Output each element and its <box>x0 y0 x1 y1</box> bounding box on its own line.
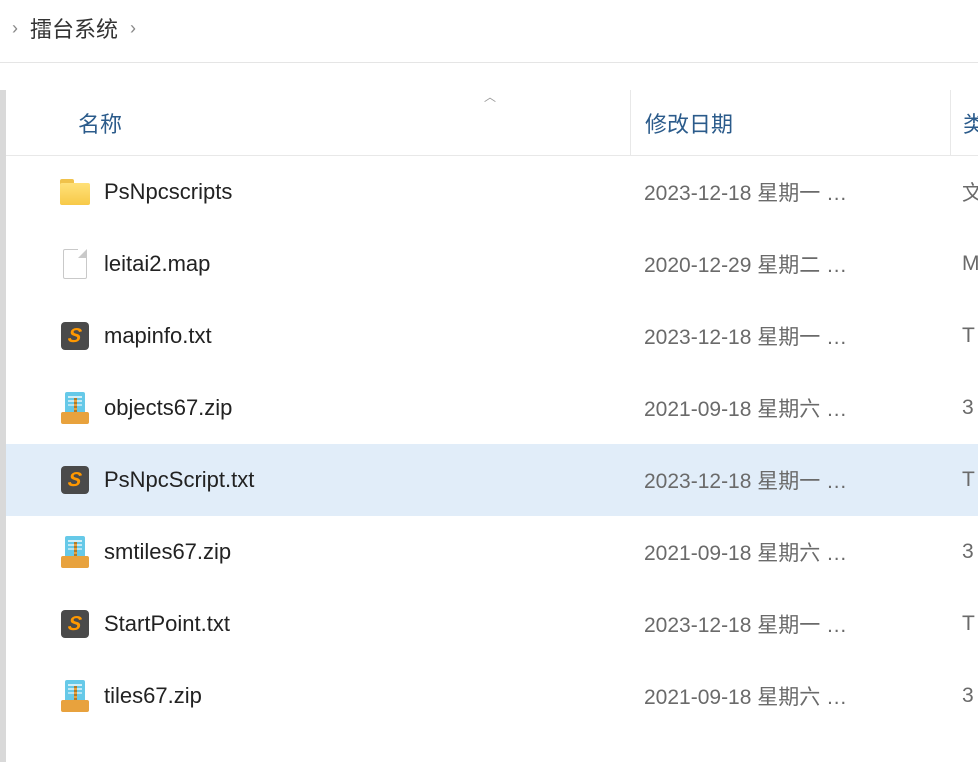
column-header-type[interactable]: 类 <box>950 90 978 155</box>
cell-type: T <box>950 612 975 636</box>
cell-type: 3 <box>950 396 974 420</box>
cell-date: 2021-09-18 星期六 … <box>630 393 950 423</box>
file-icon <box>63 249 87 279</box>
chevron-right-icon[interactable]: › <box>130 18 136 39</box>
cell-date: 2020-12-29 星期二 … <box>630 249 950 279</box>
file-row[interactable]: tiles67.zip 2021-09-18 星期六 …3 <box>6 660 978 732</box>
cell-name[interactable]: leitai2.map <box>6 249 630 279</box>
file-row[interactable]: smtiles67.zip 2021-09-18 星期六 …3 <box>6 516 978 588</box>
column-header-row: 名称 修改日期 类 <box>6 90 978 156</box>
cell-name[interactable]: objects67.zip <box>6 392 630 424</box>
file-name-label: smtiles67.zip <box>104 539 231 565</box>
file-name-label: StartPoint.txt <box>104 611 230 637</box>
cell-name[interactable]: StartPoint.txt <box>6 610 630 638</box>
cell-type: M <box>950 252 978 276</box>
cell-type: 文 <box>950 177 978 207</box>
file-name-label: objects67.zip <box>104 395 232 421</box>
cell-type: T <box>950 468 975 492</box>
file-name-label: PsNpcScript.txt <box>104 467 254 493</box>
cell-date: 2023-12-18 星期一 … <box>630 321 950 351</box>
cell-date: 2021-09-18 星期六 … <box>630 537 950 567</box>
cell-name[interactable]: PsNpcScript.txt <box>6 466 630 494</box>
file-list: PsNpcscripts2023-12-18 星期一 …文leitai2.map… <box>6 156 978 762</box>
folder-icon <box>60 177 90 207</box>
cell-date: 2021-09-18 星期六 … <box>630 681 950 711</box>
column-header-date[interactable]: 修改日期 <box>630 90 950 155</box>
sublime-text-icon <box>61 466 89 494</box>
file-row[interactable]: StartPoint.txt 2023-12-18 星期一 …T <box>6 588 978 660</box>
zip-archive-icon <box>61 680 89 712</box>
breadcrumb[interactable]: › 擂台系统 › <box>0 0 978 63</box>
sublime-text-icon <box>61 322 89 350</box>
file-row[interactable]: objects67.zip 2021-09-18 星期六 …3 <box>6 372 978 444</box>
file-name-label: leitai2.map <box>104 251 210 277</box>
cell-date: 2023-12-18 星期一 … <box>630 465 950 495</box>
file-row[interactable]: PsNpcscripts 2023-12-18 星期一 …文 <box>6 156 978 228</box>
cell-name[interactable]: mapinfo.txt <box>6 322 630 350</box>
cell-date: 2023-12-18 星期一 … <box>630 177 950 207</box>
cell-type: 3 <box>950 684 974 708</box>
zip-archive-icon <box>61 392 89 424</box>
sublime-text-icon <box>61 610 89 638</box>
file-name-label: mapinfo.txt <box>104 323 212 349</box>
cell-type: T <box>950 324 975 348</box>
file-name-label: tiles67.zip <box>104 683 202 709</box>
cell-type: 3 <box>950 540 974 564</box>
file-name-label: PsNpcscripts <box>104 179 232 205</box>
zip-archive-icon <box>61 536 89 568</box>
cell-name[interactable]: tiles67.zip <box>6 680 630 712</box>
file-row[interactable]: leitai2.map 2020-12-29 星期二 …M <box>6 228 978 300</box>
file-row[interactable]: PsNpcScript.txt 2023-12-18 星期一 …T <box>6 444 978 516</box>
cell-name[interactable]: PsNpcscripts <box>6 177 630 207</box>
breadcrumb-segment[interactable]: 擂台系统 <box>30 12 118 44</box>
column-header-name[interactable]: 名称 <box>6 107 630 139</box>
chevron-right-icon[interactable]: › <box>12 18 18 39</box>
cell-date: 2023-12-18 星期一 … <box>630 609 950 639</box>
file-row[interactable]: mapinfo.txt 2023-12-18 星期一 …T <box>6 300 978 372</box>
cell-name[interactable]: smtiles67.zip <box>6 536 630 568</box>
